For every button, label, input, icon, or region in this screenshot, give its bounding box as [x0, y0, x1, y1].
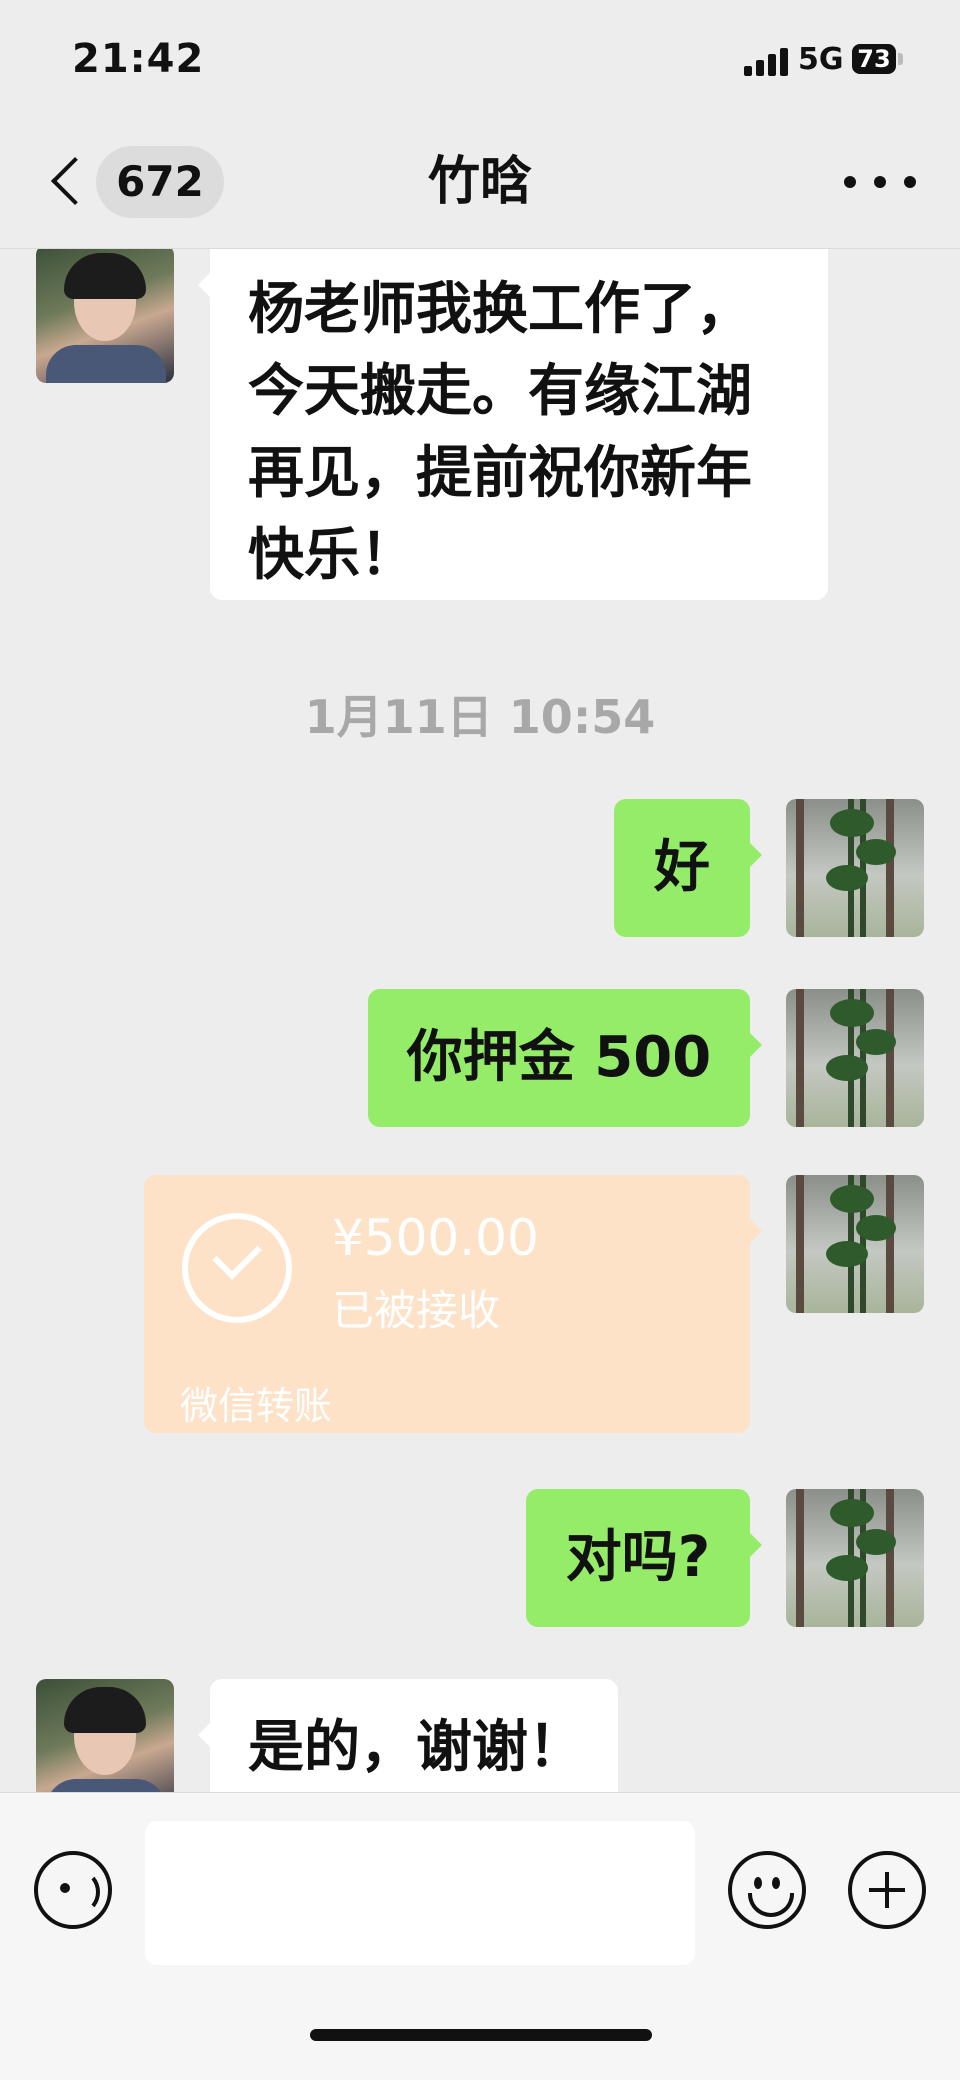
battery-tip [898, 53, 903, 65]
chat-area[interactable]: 杨老师我换工作了，今天搬走。有缘江湖再见，提前祝你新年快乐！ 1月11日 10:… [0, 249, 960, 1792]
home-indicator[interactable] [310, 2029, 652, 2041]
battery-icon: 73 [852, 44, 896, 74]
message-bubble-incoming[interactable]: 杨老师我换工作了，今天搬走。有缘江湖再见，提前祝你新年快乐！ [198, 249, 828, 600]
back-chevron-icon[interactable] [44, 148, 88, 218]
message-timestamp: 1月11日 10:54 [304, 690, 656, 744]
my-avatar[interactable] [786, 989, 924, 1127]
transfer-card[interactable]: ¥500.00 已被接收 微信转账 [144, 1175, 762, 1433]
more-icon[interactable] [836, 170, 940, 194]
my-avatar[interactable] [786, 1489, 924, 1627]
message-bubble-outgoing[interactable]: 对吗? [526, 1489, 762, 1627]
signal-icon [744, 48, 790, 76]
message-bubble-outgoing[interactable]: 好 [614, 799, 762, 937]
input-bar [0, 1792, 960, 2080]
transfer-amount: ¥500.00 [332, 1209, 539, 1267]
transfer-status: 已被接收 [332, 1286, 501, 1335]
check-icon [182, 1213, 292, 1323]
network-type: 5G [798, 42, 844, 77]
unread-count-badge[interactable]: 672 [96, 146, 224, 218]
my-avatar[interactable] [786, 799, 924, 937]
plus-icon[interactable] [848, 1851, 926, 1929]
voice-icon[interactable] [34, 1851, 112, 1929]
message-bubble-incoming[interactable]: 是的，谢谢！ [198, 1679, 618, 1792]
message-bubble-outgoing[interactable]: 你押金 500 [368, 989, 762, 1127]
my-avatar[interactable] [786, 1175, 924, 1313]
emoji-icon[interactable] [728, 1851, 806, 1929]
transfer-label: 微信转账 [180, 1384, 333, 1428]
status-time: 21:42 [72, 36, 205, 82]
contact-avatar[interactable] [36, 1679, 174, 1792]
chat-title: 竹晗 [427, 152, 532, 212]
contact-avatar[interactable] [36, 249, 174, 383]
message-input[interactable] [145, 1821, 695, 1965]
